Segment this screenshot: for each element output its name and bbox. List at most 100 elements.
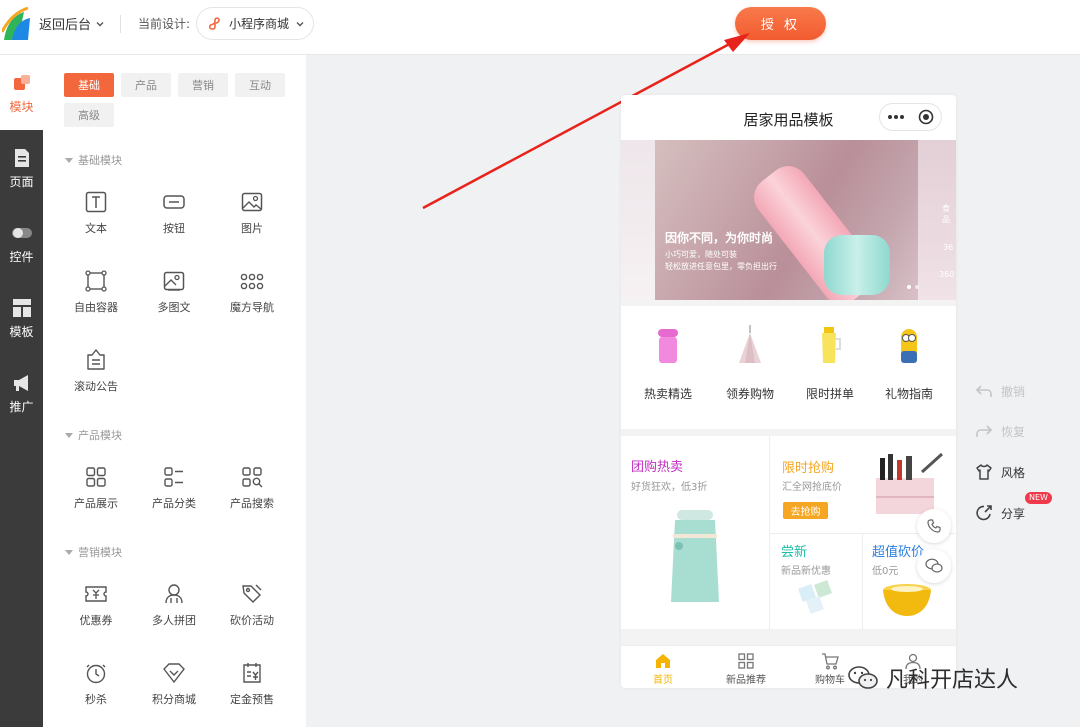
module-scroll-notice[interactable]: 滚动公告	[61, 348, 131, 394]
category-coupons[interactable]: 领券购物	[708, 323, 792, 402]
module-label: 砍价活动	[230, 614, 274, 627]
style-button[interactable]: 风格	[975, 463, 1025, 481]
module-label: 多图文	[157, 301, 191, 314]
section-marketing-toggle[interactable]: 营销模块	[65, 544, 122, 560]
promo-subtitle: 汇全网抢底价	[782, 482, 842, 493]
redo-button[interactable]: 恢复	[975, 422, 1025, 440]
more-dots-icon[interactable]	[887, 114, 905, 120]
phone-call-button[interactable]	[917, 509, 951, 543]
section-product-toggle[interactable]: 产品模块	[65, 427, 122, 443]
button-icon	[163, 195, 185, 209]
phone-header: 居家用品模板	[621, 95, 956, 140]
tool-label: 风格	[1001, 465, 1026, 480]
module-product-category[interactable]: 产品分类	[139, 465, 209, 511]
back-to-admin-button[interactable]: 返回后台	[39, 14, 105, 33]
grid-dots-icon	[240, 273, 264, 290]
coupon-icon	[85, 586, 107, 602]
category-label: 礼物指南	[884, 387, 933, 401]
tool-label: 撤销	[1001, 384, 1026, 399]
close-target-icon[interactable]	[918, 109, 934, 125]
rail-item-label: 模块	[9, 100, 34, 114]
promo-group-buy[interactable]: 团购热卖 好货狂欢，低3折	[621, 436, 769, 629]
category-label: 限时拼单	[805, 387, 854, 401]
category-hot-picks[interactable]: 热卖精选	[626, 323, 710, 402]
rail-item-pages[interactable]: 页面	[0, 147, 43, 207]
towel-product-icon	[739, 325, 761, 363]
banner-product-base	[824, 235, 890, 295]
module-label: 魔方导航	[230, 301, 274, 314]
module-label: 定金预售	[230, 693, 274, 706]
wechat-icon	[925, 558, 943, 573]
tab-label: 首页	[653, 675, 673, 686]
category-label: 领券购物	[725, 387, 774, 401]
module-bargain[interactable]: 砍价活动	[217, 582, 287, 628]
tab-basic[interactable]: 基础	[64, 73, 114, 97]
promo-bargain[interactable]: 超值砍价 低0元	[863, 534, 956, 629]
banner-side-text: 食品	[942, 204, 950, 224]
banner-carousel[interactable]: 因你不同，为你时尚 小巧可爱，随处可装 轻松放进任意包里，零负担出行 食品 36…	[621, 140, 956, 300]
module-image[interactable]: 图片	[217, 190, 287, 236]
module-label: 多人拼团	[152, 614, 196, 627]
module-text[interactable]: 文本	[61, 190, 131, 236]
module-label: 产品搜索	[230, 497, 274, 510]
module-cube-nav[interactable]: 魔方导航	[217, 269, 287, 315]
image-icon	[241, 192, 263, 212]
grid-icon	[86, 467, 106, 487]
rail-item-promotion[interactable]: 推广	[0, 372, 43, 432]
module-product-search[interactable]: 产品搜索	[217, 465, 287, 511]
promo-new-arrivals[interactable]: 尝新 新品新优惠	[770, 534, 862, 629]
rail-item-controls[interactable]: 控件	[0, 222, 43, 282]
design-type-select[interactable]: 小程序商城	[196, 7, 314, 40]
page-icon	[14, 149, 29, 167]
rail-item-label: 控件	[9, 250, 34, 264]
rail-item-label: 推广	[9, 400, 34, 414]
category-gift-guide[interactable]: 礼物指南	[867, 323, 951, 402]
phone-preview: 居家用品模板 因你不同，为你时尚 小巧可爱，随处可装 轻松放进任意包里，零负担出…	[621, 95, 956, 688]
promo-title: 团购热卖	[631, 460, 684, 475]
wechat-contact-button[interactable]	[917, 549, 951, 583]
undo-button[interactable]: 撤销	[975, 382, 1025, 400]
tab-new-products[interactable]: 新品推荐	[711, 652, 781, 686]
tab-products[interactable]: 产品	[121, 73, 171, 97]
tab-label: 新品推荐	[726, 675, 766, 686]
app-logo[interactable]	[0, 6, 32, 42]
tab-advanced[interactable]: 高级	[64, 103, 114, 127]
tag-icon	[242, 584, 262, 603]
mini-program-capsule[interactable]	[879, 103, 942, 131]
tab-home[interactable]: 首页	[628, 652, 698, 686]
rail-item-blocks[interactable]: 模块	[0, 72, 43, 132]
tab-marketing[interactable]: 营销	[178, 73, 228, 97]
module-label: 产品展示	[74, 497, 118, 510]
authorize-button[interactable]: 授 权	[735, 7, 826, 40]
carousel-indicator[interactable]	[907, 285, 919, 289]
text-icon	[85, 191, 107, 213]
module-label: 按钮	[163, 222, 185, 235]
category-list-icon	[164, 467, 183, 487]
promo-subtitle: 低0元	[872, 566, 899, 577]
share-button[interactable]: 分享	[975, 504, 1025, 522]
module-free-container[interactable]: 自由容器	[61, 269, 131, 315]
grab-deal-button[interactable]: 去抢购	[783, 502, 828, 519]
module-group-buy[interactable]: 多人拼团	[139, 582, 209, 628]
module-multi-image-text[interactable]: 多图文	[139, 269, 209, 315]
trash-can-product-icon	[658, 329, 678, 363]
rail-item-label: 页面	[9, 175, 34, 189]
section-basic-toggle[interactable]: 基础模块	[65, 152, 122, 168]
top-bar: 返回后台 当前设计: 小程序商城 授 权	[0, 0, 1080, 55]
module-coupon[interactable]: 优惠券	[61, 582, 131, 628]
module-button[interactable]: 按钮	[139, 190, 209, 236]
back-label: 返回后台	[39, 18, 92, 33]
tab-interactive[interactable]: 互动	[235, 73, 285, 97]
module-product-display[interactable]: 产品展示	[61, 465, 131, 511]
module-points-mall[interactable]: 积分商城	[139, 661, 209, 707]
free-container-icon	[85, 270, 107, 292]
mini-program-icon	[208, 16, 220, 30]
module-label: 秒杀	[85, 693, 107, 706]
module-panel: 基础 产品 营销 互动 高级 基础模块 文本 按钮 图片 自由容器 多图文 魔方…	[43, 55, 306, 727]
watermark-text: 凡科开店达人	[886, 668, 1019, 693]
rail-item-templates[interactable]: 模板	[0, 297, 43, 357]
module-flash-sale[interactable]: 秒杀	[61, 661, 131, 707]
category-group-deal[interactable]: 限时拼单	[788, 323, 872, 402]
divider	[120, 15, 121, 33]
module-deposit-presale[interactable]: 定金预售	[217, 661, 287, 707]
